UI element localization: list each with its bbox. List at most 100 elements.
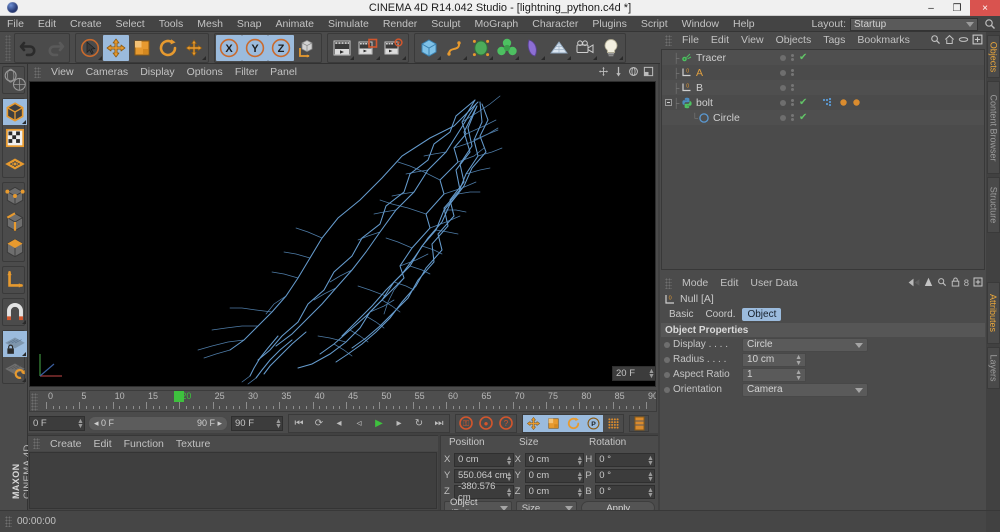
rotate-view-icon[interactable] <box>628 66 639 80</box>
menu-item-plugins[interactable]: Plugins <box>585 16 633 32</box>
page-count-icon[interactable]: 8 <box>964 278 969 289</box>
render-view-icon[interactable] <box>329 35 355 61</box>
go-to-start-button[interactable]: ⏮ <box>289 414 309 432</box>
menu-item-file[interactable]: File <box>0 16 31 32</box>
menu-item-script[interactable]: Script <box>634 16 675 32</box>
menu-item-window[interactable]: Window <box>675 16 726 32</box>
object-visibility-dots[interactable]: ✔ <box>780 113 807 123</box>
add-nurbs-icon[interactable] <box>468 35 494 61</box>
close-button[interactable]: × <box>970 0 1000 16</box>
viewport-menu-options[interactable]: Options <box>181 66 229 78</box>
object-menu-objects[interactable]: Objects <box>770 34 818 46</box>
polygon-object-icon[interactable] <box>3 151 27 177</box>
object-row-a[interactable]: ├ 0 A <box>662 65 984 80</box>
dolly-view-icon[interactable] <box>613 66 624 80</box>
texture-mode-icon[interactable] <box>3 125 27 151</box>
menu-item-create[interactable]: Create <box>63 16 109 32</box>
edges-mode-icon[interactable] <box>3 209 27 235</box>
menu-item-mograph[interactable]: MoGraph <box>467 16 525 32</box>
material-manager-grip[interactable] <box>33 438 40 449</box>
polygons-mode-icon[interactable] <box>3 235 27 261</box>
object-menu-tags[interactable]: Tags <box>817 34 851 46</box>
fit-icon[interactable] <box>972 34 983 48</box>
parameter-key-button[interactable]: P <box>583 414 603 432</box>
viewport-navigation-icon[interactable] <box>3 67 27 93</box>
rotation-h-input[interactable]: 0 ° ▲ ▼ <box>595 452 656 467</box>
material-tag-icon[interactable] <box>839 97 848 108</box>
viewport-menu-filter[interactable]: Filter <box>229 66 264 78</box>
object-tree[interactable]: ├ Tracer ✔ ├ 0 A ├ 0 B ├ bolt ✔ └ Circle ✔ <box>661 49 985 270</box>
record-active-objects-button[interactable]: ⚿ <box>456 414 476 432</box>
viewport-canvas[interactable] <box>29 81 656 387</box>
attribute-tab-object[interactable]: Object <box>742 308 782 321</box>
search-icon[interactable] <box>937 277 947 290</box>
rotation-b-input[interactable]: 0 ° ▲ ▼ <box>595 484 656 499</box>
fit-icon[interactable] <box>973 277 983 290</box>
expander-icon[interactable] <box>664 99 673 106</box>
object-row-tracer[interactable]: ├ Tracer ✔ <box>662 50 984 65</box>
redo-icon[interactable] <box>42 35 68 61</box>
add-scene-floor-icon[interactable] <box>546 35 572 61</box>
object-row-b[interactable]: ├ 0 B <box>662 80 984 95</box>
home-icon[interactable] <box>944 34 955 48</box>
add-light-icon[interactable] <box>598 35 624 61</box>
render-region-icon[interactable] <box>355 35 381 61</box>
attribute-menu-edit[interactable]: Edit <box>714 277 744 289</box>
position-x-input[interactable]: 0 cm ▲ ▼ <box>453 452 514 467</box>
workplane-rotate-icon[interactable] <box>3 357 27 383</box>
axis-modification-icon[interactable] <box>3 267 27 293</box>
model-mode-icon[interactable] <box>3 99 27 125</box>
object-menu-view[interactable]: View <box>735 34 770 46</box>
lock-y-axis-icon[interactable]: Y <box>242 34 268 61</box>
menu-item-mesh[interactable]: Mesh <box>190 16 230 32</box>
menu-item-tools[interactable]: Tools <box>152 16 191 32</box>
editor-render-dots-icon[interactable] <box>791 114 794 121</box>
menu-item-render[interactable]: Render <box>376 16 424 32</box>
render-settings-icon[interactable] <box>381 35 407 61</box>
object-manager-grip[interactable] <box>665 34 672 46</box>
object-menu-edit[interactable]: Edit <box>705 34 735 46</box>
size-y-input[interactable]: 0 cm ▲ ▼ <box>524 468 585 483</box>
visibility-dot-icon[interactable] <box>780 99 786 106</box>
menu-item-help[interactable]: Help <box>726 16 762 32</box>
timeline-grip[interactable] <box>31 393 38 411</box>
attribute-menu-user-data[interactable]: User Data <box>744 277 803 289</box>
step-back-button[interactable]: ◂ <box>329 414 349 432</box>
search-icon[interactable] <box>984 18 996 30</box>
viewport-menu-view[interactable]: View <box>45 66 80 78</box>
aspect-ratio-input[interactable]: 1 ▲ ▼ <box>742 367 806 382</box>
visibility-dot-icon[interactable] <box>780 54 786 61</box>
property-bullet-icon[interactable] <box>664 386 670 393</box>
menu-item-character[interactable]: Character <box>525 16 585 32</box>
toolbar-grip[interactable] <box>5 34 11 61</box>
autokeying-button[interactable]: ● <box>476 414 496 432</box>
edge-tab-layers[interactable]: Layers <box>987 347 1000 389</box>
material-menu-create[interactable]: Create <box>44 438 88 450</box>
viewport-menu-panel[interactable]: Panel <box>264 66 303 78</box>
visibility-dot-icon[interactable] <box>780 114 786 121</box>
add-camera-icon[interactable] <box>572 35 598 61</box>
live-selection-icon[interactable] <box>77 35 103 61</box>
enabled-check-icon[interactable]: ✔ <box>799 113 807 123</box>
loop-button[interactable]: ↻ <box>409 414 429 432</box>
point-level-animation-button[interactable] <box>603 414 623 432</box>
undo-icon[interactable] <box>16 35 42 61</box>
timeline-playhead[interactable] <box>174 391 185 402</box>
display-dropdown[interactable]: Circle <box>742 337 868 352</box>
menu-item-sculpt[interactable]: Sculpt <box>424 16 467 32</box>
play-backwards-loop-button[interactable]: ⟳ <box>309 414 329 432</box>
material-menu-edit[interactable]: Edit <box>88 438 118 450</box>
maximize-view-icon[interactable] <box>643 66 654 80</box>
material-list[interactable] <box>29 452 437 509</box>
editor-render-dots-icon[interactable] <box>791 69 794 76</box>
object-row-circle[interactable]: └ Circle ✔ <box>662 110 984 125</box>
attribute-tab-basic[interactable]: Basic <box>664 308 698 321</box>
attribute-menu-mode[interactable]: Mode <box>676 277 714 289</box>
back-icon[interactable] <box>908 278 920 290</box>
attribute-manager-grip[interactable] <box>665 277 672 289</box>
lock-z-axis-icon[interactable]: Z <box>268 34 294 61</box>
layout-dropdown[interactable]: Startup <box>850 17 978 31</box>
material-menu-texture[interactable]: Texture <box>170 438 216 450</box>
object-visibility-dots[interactable] <box>780 84 807 91</box>
animation-layer-button[interactable] <box>629 414 649 432</box>
